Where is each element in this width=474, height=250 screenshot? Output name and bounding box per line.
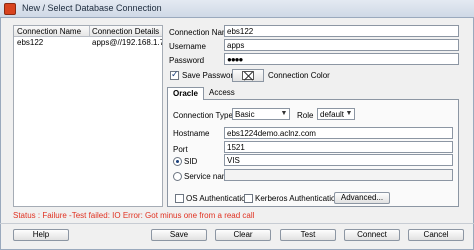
help-button[interactable]: Help xyxy=(13,229,69,241)
password-field[interactable]: ●●●● xyxy=(224,53,459,65)
chevron-down-icon: ▼ xyxy=(280,110,288,117)
connection-row-details: apps@//192.168.1.7... xyxy=(92,38,162,47)
role-label: Role xyxy=(297,111,314,120)
hostname-label: Hostname xyxy=(173,129,210,138)
test-button-label: Test xyxy=(300,230,316,239)
status-message: Status : Failure -Test failed: IO Error:… xyxy=(13,211,255,220)
save-button-label: Save xyxy=(169,230,189,239)
test-button[interactable]: Test xyxy=(280,229,336,241)
connection-name-field[interactable]: ebs122 xyxy=(224,25,459,37)
kerberos-authentication-checkbox[interactable] xyxy=(244,194,253,203)
title-bar: New / Select Database Connection xyxy=(0,0,474,18)
clear-button[interactable]: Clear xyxy=(215,229,271,241)
connect-button-label: Connect xyxy=(357,230,387,239)
connection-row[interactable]: ebs122 apps@//192.168.1.7... xyxy=(14,37,162,48)
color-swatch-icon xyxy=(242,71,254,80)
cancel-button[interactable]: Cancel xyxy=(408,229,464,241)
cancel-button-label: Cancel xyxy=(423,230,449,239)
username-field[interactable]: apps xyxy=(224,39,459,51)
window-title: New / Select Database Connection xyxy=(22,3,162,13)
port-field[interactable]: 1521 xyxy=(224,141,453,153)
role-value: default xyxy=(320,110,345,119)
clear-button-label: Clear xyxy=(233,230,253,239)
save-password-label: Save Password xyxy=(182,71,238,80)
sid-label: SID xyxy=(184,157,198,166)
column-divider[interactable] xyxy=(89,26,90,37)
connection-type-select[interactable]: Basic ▼ xyxy=(232,108,290,120)
connection-list[interactable]: Connection Name Connection Details ebs12… xyxy=(13,25,163,207)
hostname-field[interactable]: ebs1224demo.aclnz.com xyxy=(224,127,453,139)
connection-list-header: Connection Name Connection Details xyxy=(14,26,162,37)
service-name-field[interactable] xyxy=(224,169,453,181)
save-password-checkbox[interactable] xyxy=(170,69,179,80)
app-icon xyxy=(4,3,16,15)
os-authentication-checkbox[interactable] xyxy=(175,194,184,203)
username-label: Username xyxy=(169,42,206,51)
sid-radio[interactable] xyxy=(173,157,182,166)
connection-color-label: Connection Color xyxy=(268,71,330,80)
kerberos-authentication-label: Kerberos Authentication xyxy=(255,194,340,203)
help-button-label: Help xyxy=(32,230,50,239)
os-authentication-label: OS Authentication xyxy=(186,194,251,203)
advanced-button[interactable]: Advanced... xyxy=(334,192,390,204)
column-header-connection-details[interactable]: Connection Details xyxy=(92,27,159,36)
chevron-down-icon: ▼ xyxy=(345,110,353,117)
save-button[interactable]: Save xyxy=(151,229,207,241)
connect-button[interactable]: Connect xyxy=(344,229,400,241)
role-select[interactable]: default ▼ xyxy=(317,108,355,120)
tab-oracle[interactable]: Oracle xyxy=(167,87,204,100)
tab-access[interactable]: Access xyxy=(204,87,240,99)
connection-type-label: Connection Type xyxy=(173,111,233,120)
port-label: Port xyxy=(173,145,188,154)
divider xyxy=(0,223,474,224)
sid-field[interactable]: VIS xyxy=(224,154,453,166)
column-header-connection-name[interactable]: Connection Name xyxy=(17,27,81,36)
connection-type-value: Basic xyxy=(235,110,255,119)
connection-row-name: ebs122 xyxy=(17,38,44,47)
service-name-radio[interactable] xyxy=(173,172,182,181)
connection-color-button[interactable] xyxy=(232,69,264,82)
password-label: Password xyxy=(169,56,205,65)
